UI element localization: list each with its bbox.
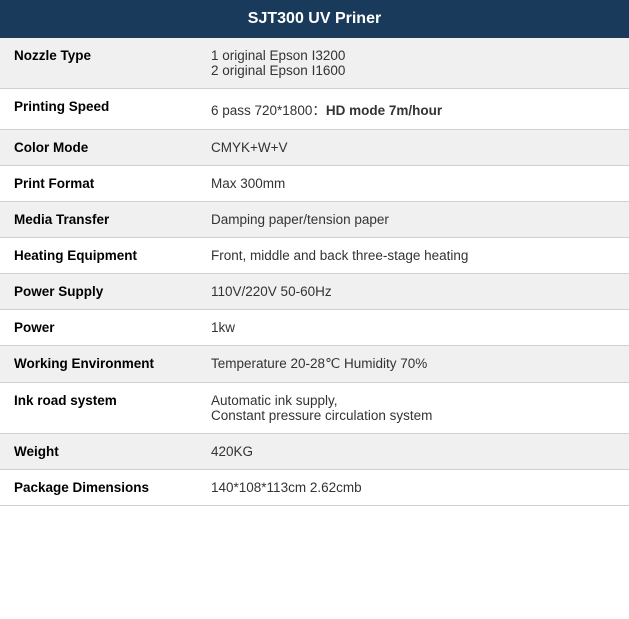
row-label-0: Nozzle Type (0, 38, 197, 89)
row-value-6: 110V/220V 50-60Hz (197, 274, 629, 310)
row-label-10: Weight (0, 434, 197, 470)
row-label-3: Print Format (0, 166, 197, 202)
row-label-5: Heating Equipment (0, 238, 197, 274)
row-label-1: Printing Speed (0, 89, 197, 130)
row-value-10: 420KG (197, 434, 629, 470)
row-label-7: Power (0, 310, 197, 346)
row-value-0: 1 original Epson I32002 original Epson I… (197, 38, 629, 89)
spec-table: Nozzle Type1 original Epson I32002 origi… (0, 38, 629, 506)
row-value-11: 140*108*113cm 2.62cmb (197, 470, 629, 506)
spec-table-container: SJT300 UV Priner Nozzle Type1 original E… (0, 0, 629, 506)
value-prefix-1: 6 pass 720*1800： (211, 103, 326, 118)
row-label-6: Power Supply (0, 274, 197, 310)
row-label-11: Package Dimensions (0, 470, 197, 506)
row-value-3: Max 300mm (197, 166, 629, 202)
row-value-9: Automatic ink supply,Constant pressure c… (197, 383, 629, 434)
row-value-1: 6 pass 720*1800：HD mode 7m/hour (197, 89, 629, 130)
value-bold-1: HD mode 7m/hour (326, 103, 442, 118)
table-header: SJT300 UV Priner (0, 0, 629, 38)
row-label-9: Ink road system (0, 383, 197, 434)
row-label-4: Media Transfer (0, 202, 197, 238)
row-value-2: CMYK+W+V (197, 130, 629, 166)
row-label-2: Color Mode (0, 130, 197, 166)
row-value-7: 1kw (197, 310, 629, 346)
row-value-8: Temperature 20-28℃ Humidity 70% (197, 346, 629, 383)
row-value-4: Damping paper/tension paper (197, 202, 629, 238)
row-value-5: Front, middle and back three-stage heati… (197, 238, 629, 274)
row-label-8: Working Environment (0, 346, 197, 383)
table-title: SJT300 UV Priner (248, 10, 381, 27)
